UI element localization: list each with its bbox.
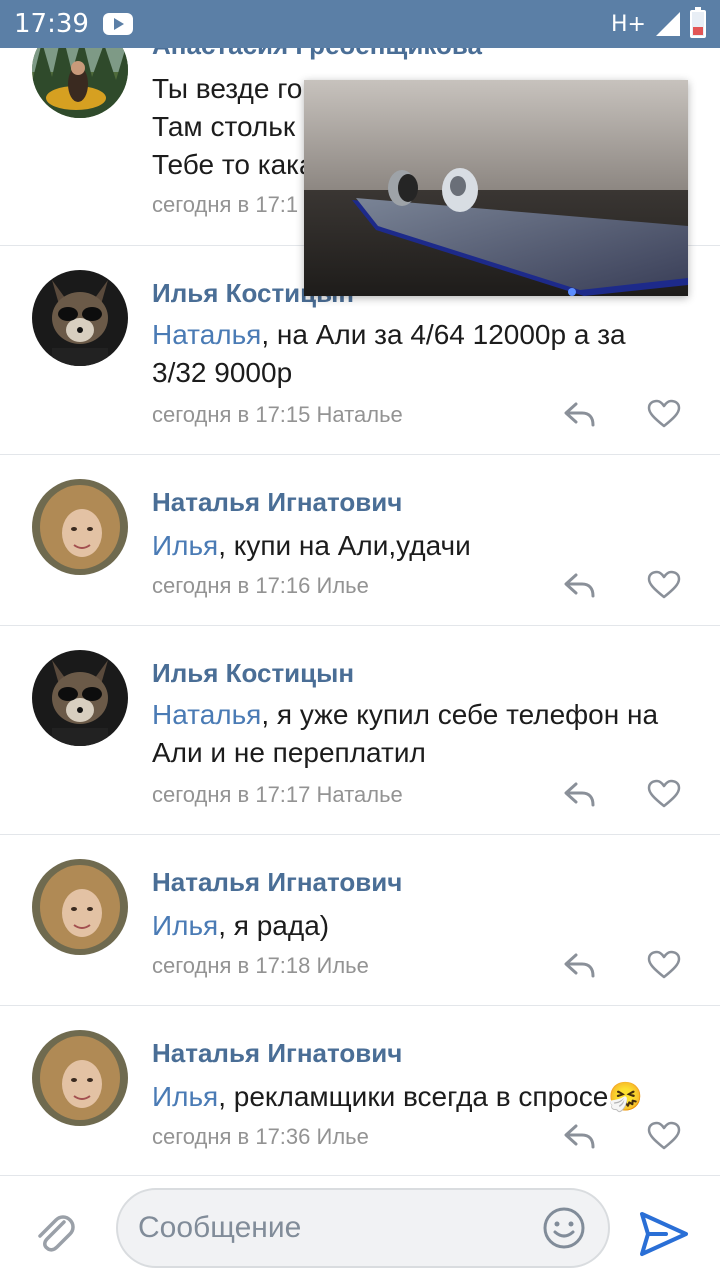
mention-link[interactable]: Наталья (152, 319, 261, 350)
reply-icon[interactable] (562, 569, 598, 601)
paperclip-icon[interactable] (30, 1208, 78, 1256)
reply-icon[interactable] (562, 1120, 598, 1152)
comment-meta: сегодня в 17:36 Илье (152, 1124, 369, 1150)
comment-text: Наталья, на Али за 4/64 12000р а за 3/32… (152, 316, 672, 392)
comment-author[interactable]: Наталья Игнатович (152, 867, 402, 898)
reply-to-link[interactable]: Илье (317, 1124, 369, 1149)
avatar[interactable] (32, 270, 128, 366)
reply-icon[interactable] (562, 949, 598, 981)
status-bar: 17:39 H+ (0, 0, 720, 48)
reply-to-link[interactable]: Илье (317, 953, 369, 978)
comment-meta: сегодня в 17:1 (152, 192, 298, 218)
heart-icon[interactable] (646, 1120, 682, 1152)
message-input-container[interactable] (116, 1188, 610, 1268)
comment-body: , я рада) (218, 910, 330, 941)
heart-icon[interactable] (646, 569, 682, 601)
comment-text: Наталья, я уже купил себе телефон на Али… (152, 696, 672, 772)
message-input[interactable] (138, 1190, 538, 1266)
comment-meta: сегодня в 17:16 Илье (152, 573, 369, 599)
comment-text: Илья, я рада) (152, 907, 672, 945)
comment-meta: сегодня в 17:17 Наталье (152, 782, 403, 808)
reply-to-link[interactable]: Илье (317, 573, 369, 598)
comment-meta: сегодня в 17:15 Наталье (152, 402, 403, 428)
comment-item[interactable]: Илья Костицын Наталья, я уже купил себе … (0, 626, 720, 835)
comment-author[interactable]: Илья Костицын (152, 658, 354, 689)
comment-date: сегодня в 17:16 (152, 573, 311, 598)
comment-date: сегодня в 17:1 (152, 192, 299, 217)
heart-icon[interactable] (646, 949, 682, 981)
comment-item[interactable]: Наталья Игнатович Илья, я рада) сегодня … (0, 835, 720, 1006)
mention-link[interactable]: Наталья (152, 699, 261, 730)
emoji-icon[interactable] (542, 1206, 586, 1250)
reply-to-link[interactable]: Наталье (317, 782, 403, 807)
avatar[interactable] (32, 479, 128, 575)
heart-icon[interactable] (646, 398, 682, 430)
floating-photo-preview[interactable] (304, 80, 688, 296)
mention-link[interactable]: Илья (152, 530, 218, 561)
avatar[interactable] (32, 859, 128, 955)
comment-date: сегодня в 17:36 (152, 1124, 311, 1149)
comment-meta: сегодня в 17:18 Илье (152, 953, 369, 979)
comment-date: сегодня в 17:17 (152, 782, 311, 807)
comment-text: Илья, купи на Али,удачи (152, 527, 672, 565)
comment-body: , рекламщики всегда в спросе (218, 1081, 609, 1112)
comment-date: сегодня в 17:15 (152, 402, 311, 427)
network-type: H+ (611, 11, 646, 37)
comment-item[interactable]: Наталья Игнатович Илья, рекламщики всегд… (0, 1006, 720, 1175)
mention-link[interactable]: Илья (152, 1081, 218, 1112)
comment-text: Илья, рекламщики всегда в спросе🤧 (152, 1078, 672, 1116)
mention-link[interactable]: Илья (152, 910, 218, 941)
reply-icon[interactable] (562, 398, 598, 430)
reply-to-link[interactable]: Наталье (317, 402, 403, 427)
avatar[interactable] (32, 650, 128, 746)
send-icon[interactable] (636, 1206, 692, 1262)
message-composer (0, 1175, 720, 1280)
reply-icon[interactable] (562, 778, 598, 810)
comment-author[interactable]: Наталья Игнатович (152, 1038, 402, 1069)
youtube-notification-icon (102, 13, 133, 35)
battery-icon (690, 7, 706, 38)
status-time: 17:39 (14, 9, 89, 39)
signal-icon (656, 12, 680, 36)
comment-author[interactable]: Наталья Игнатович (152, 487, 402, 518)
comment-item[interactable]: Наталья Игнатович Илья, купи на Али,удач… (0, 455, 720, 626)
comment-body: , купи на Али,удачи (218, 530, 471, 561)
sneezing-face-emoji: 🤧 (608, 1081, 644, 1112)
comment-date: сегодня в 17:18 (152, 953, 311, 978)
status-indicators: H+ (611, 7, 706, 38)
heart-icon[interactable] (646, 778, 682, 810)
avatar[interactable] (32, 1030, 128, 1126)
